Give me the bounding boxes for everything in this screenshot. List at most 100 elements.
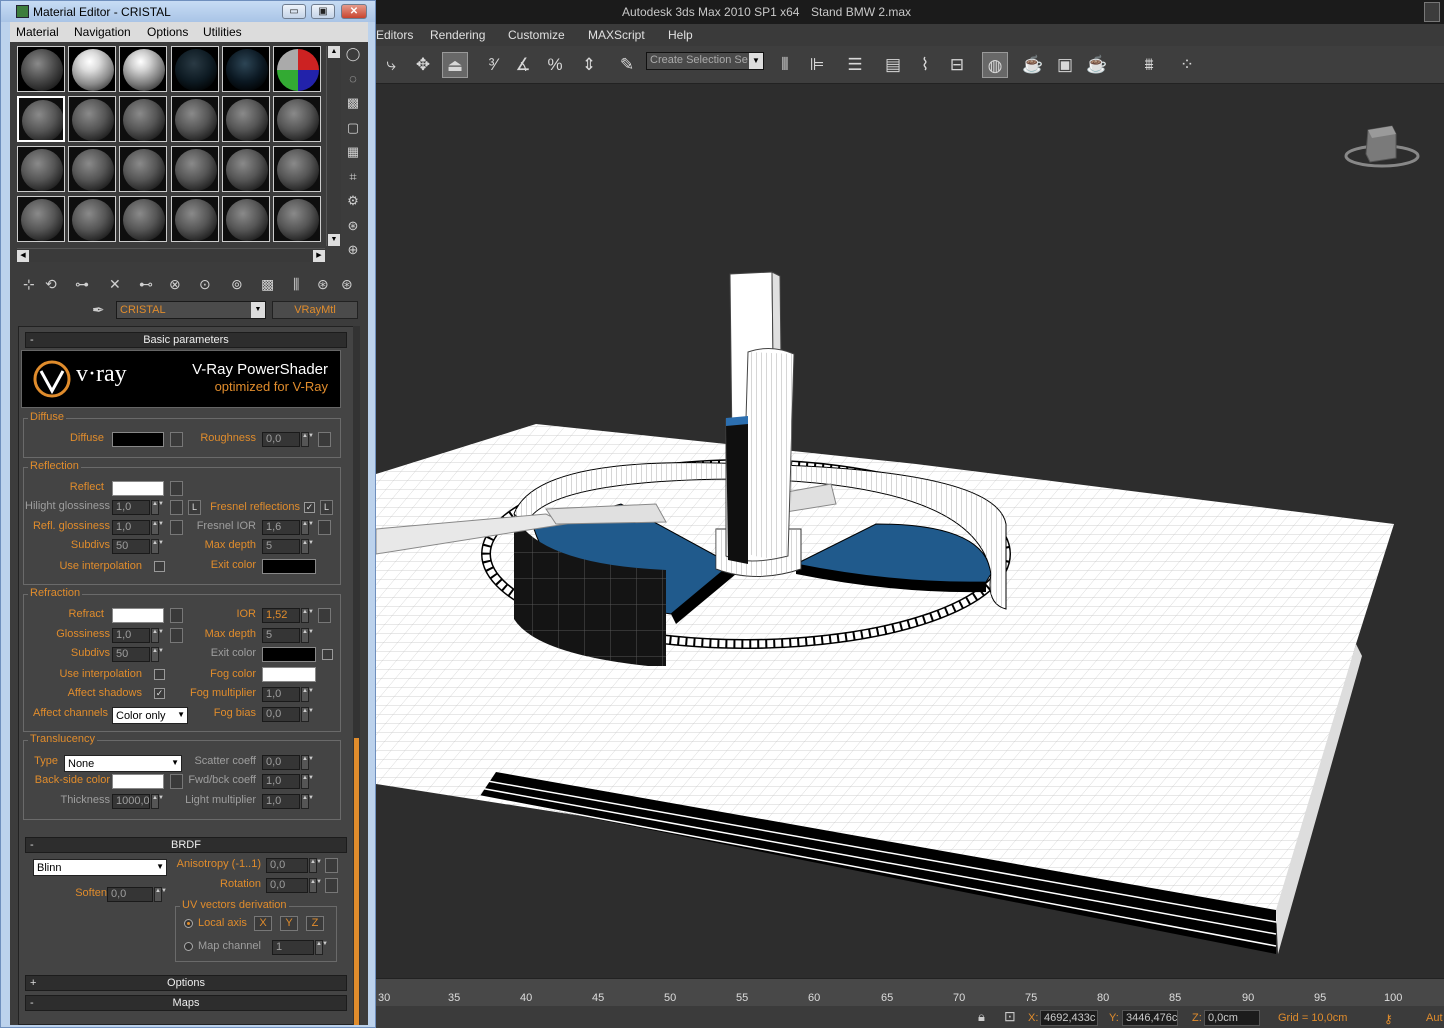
refr-subdivs-spinner[interactable]: 50 [112,647,150,662]
particle-view-icon[interactable]: ⁘ [1174,52,1200,78]
spinner-arrows-icon[interactable]: ▲▼ [301,707,314,722]
refl-glossiness-spinner[interactable]: 1,0 [112,520,150,535]
align-icon[interactable]: ⊫ [804,52,830,78]
sample-slot[interactable] [17,146,65,192]
spinner-arrows-icon[interactable]: ▲▼ [301,794,314,809]
refract-map-button[interactable] [170,608,183,623]
rollout-scrollbar-thumb[interactable] [354,738,359,1025]
refr-use-interpolation-checkbox[interactable] [154,669,165,680]
percent-snap-icon[interactable]: % [542,52,568,78]
spinner-arrows-icon[interactable]: ▲▼ [301,687,314,702]
hilight-lock-button[interactable]: L [188,500,201,515]
back-side-map-button[interactable] [170,774,183,789]
fresnel-ior-spinner[interactable]: 1,6 [262,520,300,535]
sample-slot[interactable] [273,146,321,192]
thickness-spinner[interactable]: 1000,0 [112,794,150,809]
spinner-arrows-icon[interactable]: ▲▼ [301,628,314,643]
sample-slot[interactable] [119,146,168,192]
spinner-arrows-icon[interactable]: ▲▼ [301,432,314,447]
rollout-maps[interactable]: - Maps [25,995,347,1011]
material-id-channel-icon[interactable]: ⊚ [231,276,243,293]
ribbon-toggle-icon[interactable]: ⩩ [1136,52,1162,78]
mirror-icon[interactable]: ⫴ [772,52,798,78]
sample-slot[interactable] [273,196,321,242]
menu-navigation[interactable]: Navigation [74,25,131,39]
make-copy-icon[interactable]: ⊷ [139,276,153,293]
scroll-down-icon[interactable]: ▼ [328,234,340,246]
sample-slot[interactable] [221,46,270,92]
menu-editors[interactable]: Editors [376,28,413,42]
fog-color-swatch[interactable] [262,667,316,682]
make-preview-icon[interactable]: ⌗ [343,169,363,194]
affect-shadows-checkbox[interactable]: ✓ [154,688,165,699]
show-end-result-icon[interactable]: ⫼ [293,276,299,293]
sample-slot[interactable] [119,196,168,242]
sample-slot[interactable] [273,46,321,92]
select-link-icon[interactable]: ⤷ [378,52,404,78]
ior-map-button[interactable] [318,608,331,623]
rollout-scrollbar[interactable] [353,326,360,1025]
sample-slot[interactable] [68,96,117,142]
refl-subdivs-spinner[interactable]: 50 [112,539,150,554]
refl-use-interpolation-checkbox[interactable] [154,561,165,572]
schematic-view-icon[interactable]: ⊟ [944,52,970,78]
back-side-color-swatch[interactable] [112,774,164,789]
sample-slot[interactable] [221,146,270,192]
angle-snap-icon[interactable]: ∡ [510,52,536,78]
sample-slot[interactable] [68,196,117,242]
refr-glossiness-spinner[interactable]: 1,0 [112,628,150,643]
scroll-left-icon[interactable]: ◀ [17,250,29,262]
fwd-bck-coeff-spinner[interactable]: 1,0 [262,774,300,789]
menu-customize[interactable]: Customize [508,28,565,42]
light-multiplier-spinner[interactable]: 1,0 [262,794,300,809]
options-icon[interactable]: ⚙ [343,193,363,218]
brdf-type-dropdown[interactable]: Blinn ▼ [33,859,167,876]
local-axis-radio[interactable] [184,919,193,928]
render-production-icon[interactable]: ☕ [1084,52,1110,78]
material-type-button[interactable]: VRayMtl [272,301,358,319]
map-channel-radio[interactable] [184,942,193,951]
get-material-icon[interactable]: ⊹ [23,276,35,293]
spinner-arrows-icon[interactable]: ▲▼ [151,647,164,662]
y-coordinate-field[interactable]: 3446,476c [1122,1010,1178,1026]
put-material-icon[interactable]: ⟲ [45,276,57,293]
refl-exit-color-swatch[interactable] [262,559,316,574]
menu-utilities[interactable]: Utilities [203,25,242,39]
go-to-parent-icon[interactable]: ⊛ [317,276,329,293]
sample-slot[interactable] [273,96,321,142]
sample-slot[interactable] [17,96,65,142]
absolute-mode-icon[interactable]: ⊡ [1004,1008,1016,1025]
spinner-arrows-icon[interactable]: ▲▼ [301,774,314,789]
rendered-frame-window-icon[interactable]: ▣ [1052,52,1078,78]
rotation-spinner[interactable]: 0,0 [266,878,308,893]
assign-material-icon[interactable]: ⊶ [75,276,89,293]
reflect-map-button[interactable] [170,481,183,496]
rollout-options[interactable]: + Options [25,975,347,991]
sample-slots-horizontal-scrollbar[interactable]: ◀ ▶ [17,248,325,262]
spinner-arrows-icon[interactable]: ▲▼ [301,755,314,770]
menu-material[interactable]: Material [16,25,59,39]
spinner-arrows-icon[interactable]: ▲▼ [151,539,164,554]
refr-max-depth-spinner[interactable]: 5 [262,628,300,643]
sample-slot[interactable] [170,196,219,242]
roughness-spinner[interactable]: 0,0 [262,432,300,447]
curve-editor-icon[interactable]: ⌇ [912,52,938,78]
sample-slot[interactable] [170,46,219,92]
layer-manager-icon[interactable]: ☰ [842,52,868,78]
rollout-basic-parameters[interactable]: - Basic parameters [25,332,347,348]
spinner-arrows-icon[interactable]: ▲▼ [301,520,314,535]
map-channel-spinner[interactable]: 1 [272,940,314,955]
sample-slot[interactable] [170,146,219,192]
spinner-arrows-icon[interactable]: ▲▼ [309,878,322,893]
sample-slot[interactable] [68,46,117,92]
hilight-glossiness-spinner[interactable]: 1,0 [112,500,150,515]
sample-slot[interactable] [221,96,270,142]
material-editor-icon[interactable]: ◍ [982,52,1008,78]
spinner-arrows-icon[interactable]: ▲▼ [301,539,314,554]
edit-named-selection-icon[interactable]: ✎ [614,52,640,78]
spinner-arrows-icon[interactable]: ▲▼ [309,858,322,873]
ior-spinner[interactable]: 1,52 [262,608,300,623]
sample-slot[interactable] [68,146,117,192]
menu-options[interactable]: Options [147,25,188,39]
menu-rendering[interactable]: Rendering [430,28,485,42]
